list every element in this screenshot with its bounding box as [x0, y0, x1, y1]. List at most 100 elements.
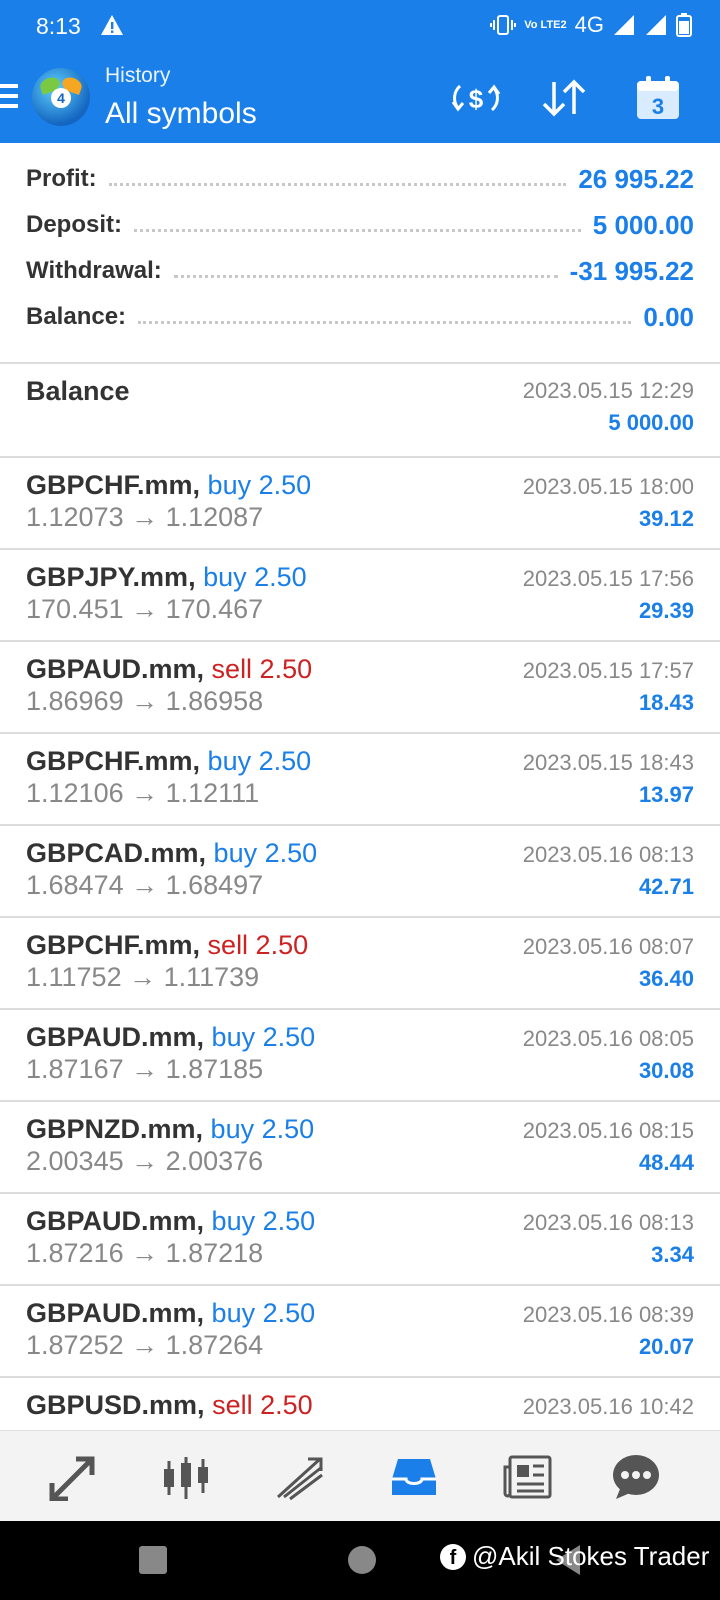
deal-time: 2023.05.15 18:00	[522, 474, 694, 499]
deal-row[interactable]: GBPCAD.mm, buy 2.50 1.68474 → 1.68497 20…	[0, 826, 720, 918]
deal-side: buy 2.50	[207, 470, 312, 500]
chat-icon[interactable]	[608, 1449, 664, 1505]
deal-row[interactable]: GBPUSD.mm, sell 2.50 2023.05.16 10:42	[0, 1378, 720, 1430]
deal-time: 2023.05.16 08:05	[522, 1026, 694, 1051]
battery-icon	[676, 13, 692, 37]
bottom-tab-bar	[0, 1430, 720, 1521]
deal-symbol: GBPAUD.mm,	[26, 1022, 205, 1052]
deal-profit: 39.12	[638, 506, 694, 531]
deal-symbol: GBPAUD.mm,	[26, 1298, 205, 1328]
currency-exchange-icon[interactable]: $	[448, 74, 504, 122]
deal-row[interactable]: GBPCHF.mm, buy 2.50 1.12073 → 1.12087 20…	[0, 458, 720, 550]
deal-row[interactable]: GBPAUD.mm, buy 2.50 1.87252 → 1.87264 20…	[0, 1286, 720, 1378]
top-bar: 8:13 Vo LTE2 4G 4 History All symbols $ …	[0, 0, 720, 143]
calendar-day: 3	[652, 94, 664, 119]
signal-icon	[612, 14, 636, 36]
leader-dots	[134, 224, 581, 232]
summary-profit: Profit: 26 995.22	[26, 159, 694, 199]
summary-deposit: Deposit: 5 000.00	[26, 205, 694, 245]
home-button[interactable]	[348, 1546, 376, 1574]
summary-value: 26 995.22	[578, 163, 694, 194]
svg-text:$: $	[469, 84, 484, 114]
app-header: 4 History All symbols $ 3	[0, 54, 720, 143]
history-list[interactable]: Balance 2023.05.15 12:29 5 000.00 GBPCHF…	[0, 364, 720, 1430]
leader-dots	[138, 316, 632, 324]
deal-profit: 30.08	[638, 1058, 694, 1083]
deal-side: sell 2.50	[207, 930, 309, 960]
deal-time: 2023.05.16 10:42	[522, 1394, 694, 1419]
header-title[interactable]: All symbols	[105, 97, 257, 131]
deal-profit: 13.97	[638, 782, 694, 807]
deal-time: 2023.05.16 08:13	[522, 1210, 694, 1235]
status-time: 8:13	[36, 13, 81, 39]
deal-row[interactable]: GBPJPY.mm, buy 2.50 170.451 → 170.467 20…	[0, 550, 720, 642]
deal-side: buy 2.50	[213, 838, 318, 868]
deal-prices: 1.12106 → 1.12111	[26, 778, 260, 808]
vibrate-icon	[490, 14, 517, 36]
recents-button[interactable]	[139, 1546, 167, 1574]
deal-row[interactable]: GBPAUD.mm, buy 2.50 1.87216 → 1.87218 20…	[0, 1194, 720, 1286]
deal-profit: 29.39	[638, 598, 694, 623]
deal-side: buy 2.50	[211, 1206, 316, 1236]
deal-time: 2023.05.16 08:15	[522, 1118, 694, 1143]
deal-prices: 1.12073 → 1.12087	[26, 502, 264, 532]
balance-entry-title: Balance	[26, 376, 130, 406]
watermark-text: @Akil Stokes Trader	[472, 1541, 710, 1571]
deal-prices: 1.68474 → 1.68497	[26, 870, 264, 900]
history-icon[interactable]	[386, 1449, 442, 1505]
deal-symbol: GBPCHF.mm,	[26, 930, 201, 960]
balance-entry[interactable]: Balance 2023.05.15 12:29 5 000.00	[0, 364, 720, 458]
news-icon[interactable]	[500, 1449, 556, 1505]
summary-withdrawal: Withdrawal: -31 995.22	[26, 251, 694, 291]
leader-dots	[108, 178, 567, 186]
summary-value: -31 995.22	[569, 255, 694, 286]
deal-prices: 2.00345 → 2.00376	[26, 1146, 264, 1176]
deal-prices: 170.451 → 170.467	[26, 594, 264, 624]
header-subtitle: History	[105, 64, 171, 87]
deal-side: sell 2.50	[212, 1390, 313, 1420]
deal-symbol: GBPNZD.mm,	[26, 1114, 204, 1144]
deal-symbol: GBPAUD.mm,	[26, 1206, 205, 1236]
deal-row[interactable]: GBPCHF.mm, buy 2.50 1.12106 → 1.12111 20…	[0, 734, 720, 826]
deal-row[interactable]: GBPAUD.mm, sell 2.50 1.86969 → 1.86958 2…	[0, 642, 720, 734]
summary-label: Balance:	[26, 303, 127, 330]
deal-symbol: GBPUSD.mm,	[26, 1390, 205, 1420]
deal-symbol: GBPJPY.mm,	[26, 562, 196, 592]
deal-profit: 36.40	[638, 966, 694, 991]
metatrader-logo-icon[interactable]: 4	[32, 68, 90, 126]
deal-side: buy 2.50	[207, 746, 312, 776]
deal-row[interactable]: GBPCHF.mm, sell 2.50 1.11752 → 1.11739 2…	[0, 918, 720, 1010]
sort-icon[interactable]	[536, 74, 592, 122]
summary-balance: Balance: 0.00	[26, 297, 694, 337]
watermark: f @Akil Stokes Trader	[440, 1541, 709, 1572]
quotes-icon[interactable]	[44, 1449, 100, 1505]
balance-entry-amount: 5 000.00	[608, 410, 694, 435]
deal-profit: 18.43	[638, 690, 694, 715]
deal-row[interactable]: GBPAUD.mm, buy 2.50 1.87167 → 1.87185 20…	[0, 1010, 720, 1102]
deal-prices: 1.11752 → 1.11739	[26, 962, 260, 992]
deal-side: sell 2.50	[211, 654, 313, 684]
summary-label: Profit:	[26, 165, 97, 192]
deal-side: buy 2.50	[210, 1114, 315, 1144]
deal-time: 2023.05.16 08:07	[522, 934, 694, 959]
deal-time: 2023.05.16 08:13	[522, 842, 694, 867]
deal-prices: 1.87167 → 1.87185	[26, 1054, 264, 1084]
warning-icon	[100, 14, 124, 36]
deal-side: buy 2.50	[211, 1298, 316, 1328]
deal-time: 2023.05.15 17:56	[522, 566, 694, 591]
trade-icon[interactable]	[272, 1449, 328, 1505]
deal-symbol: GBPCAD.mm,	[26, 838, 207, 868]
facebook-icon: f	[440, 1543, 466, 1570]
chart-icon[interactable]	[158, 1449, 214, 1505]
status-bar: 8:13 Vo LTE2 4G	[0, 0, 720, 54]
deal-symbol: GBPAUD.mm,	[26, 654, 205, 684]
leader-dots	[173, 270, 558, 278]
deal-row[interactable]: GBPNZD.mm, buy 2.50 2.00345 → 2.00376 20…	[0, 1102, 720, 1194]
menu-icon[interactable]	[0, 84, 22, 110]
history-summary: Profit: 26 995.22 Deposit: 5 000.00 With…	[0, 143, 720, 364]
deal-prices: 1.87216 → 1.87218	[26, 1238, 264, 1268]
deal-time: 2023.05.15 17:57	[522, 658, 694, 683]
calendar-icon[interactable]: 3	[630, 74, 686, 122]
status-icons: Vo LTE2 4G	[490, 12, 692, 38]
signal-icon-2	[644, 14, 668, 36]
